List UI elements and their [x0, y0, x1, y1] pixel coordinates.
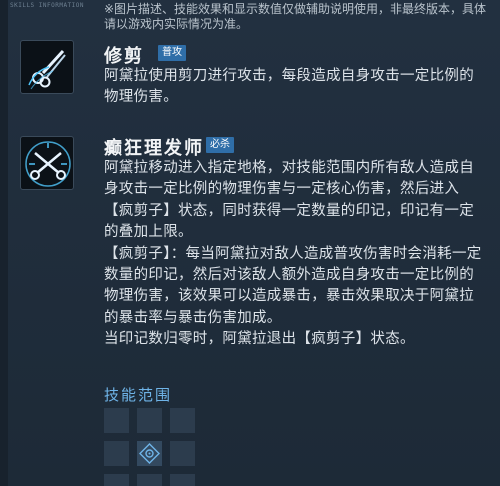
range-cell [170, 408, 195, 433]
skill-name: 修剪 [104, 46, 144, 67]
description-paragraph: 阿黛拉使用剪刀进行攻击，每段造成自身攻击一定比例的物理伤害。 [104, 68, 474, 106]
skill-description: 阿黛拉使用剪刀进行攻击，每段造成自身攻击一定比例的物理伤害。 [104, 66, 486, 109]
range-cell [137, 408, 162, 433]
range-cell [104, 441, 129, 466]
skill-info-panel: SKILLS INFORMATION ※图片描述、技能效果和显示数值仅做辅助说明… [0, 0, 500, 486]
description-paragraph: 【疯剪子】：每当阿黛拉对敌人造成普攻伤害时会消耗一定数量的印记，然后对该敌人额外… [104, 245, 482, 326]
scissors-burst-icon[interactable] [20, 136, 74, 190]
description-paragraph: 阿黛拉移动进入指定地格，对技能范围内所有敌人造成自身攻击一定比例的物理伤害与一定… [104, 160, 474, 241]
range-cell [104, 408, 129, 433]
range-cell [104, 474, 129, 486]
description-paragraph: 当印记数归零时，阿黛拉退出【疯剪子】状态。 [104, 331, 415, 348]
skill-name: 癫狂理发师 [104, 138, 204, 159]
range-cell [170, 474, 195, 486]
left-strip [0, 0, 8, 486]
skill-tag-badge: 必杀 [206, 137, 234, 153]
range-cell [170, 441, 195, 466]
target-icon [137, 441, 162, 466]
disclaimer-notice: ※图片描述、技能效果和显示数值仅做辅助说明使用，非最终版本，具体请以游戏内实际情… [104, 2, 487, 31]
skill-range-title: 技能范围 [104, 386, 173, 404]
range-cell [137, 474, 162, 486]
skill-tag-badge: 普攻 [158, 45, 186, 61]
section-label: SKILLS INFORMATION [10, 2, 85, 9]
scissors-icon[interactable] [20, 40, 74, 94]
skill-description: 阿黛拉移动进入指定地格，对技能范围内所有敌人造成自身攻击一定比例的物理伤害与一定… [104, 158, 486, 351]
